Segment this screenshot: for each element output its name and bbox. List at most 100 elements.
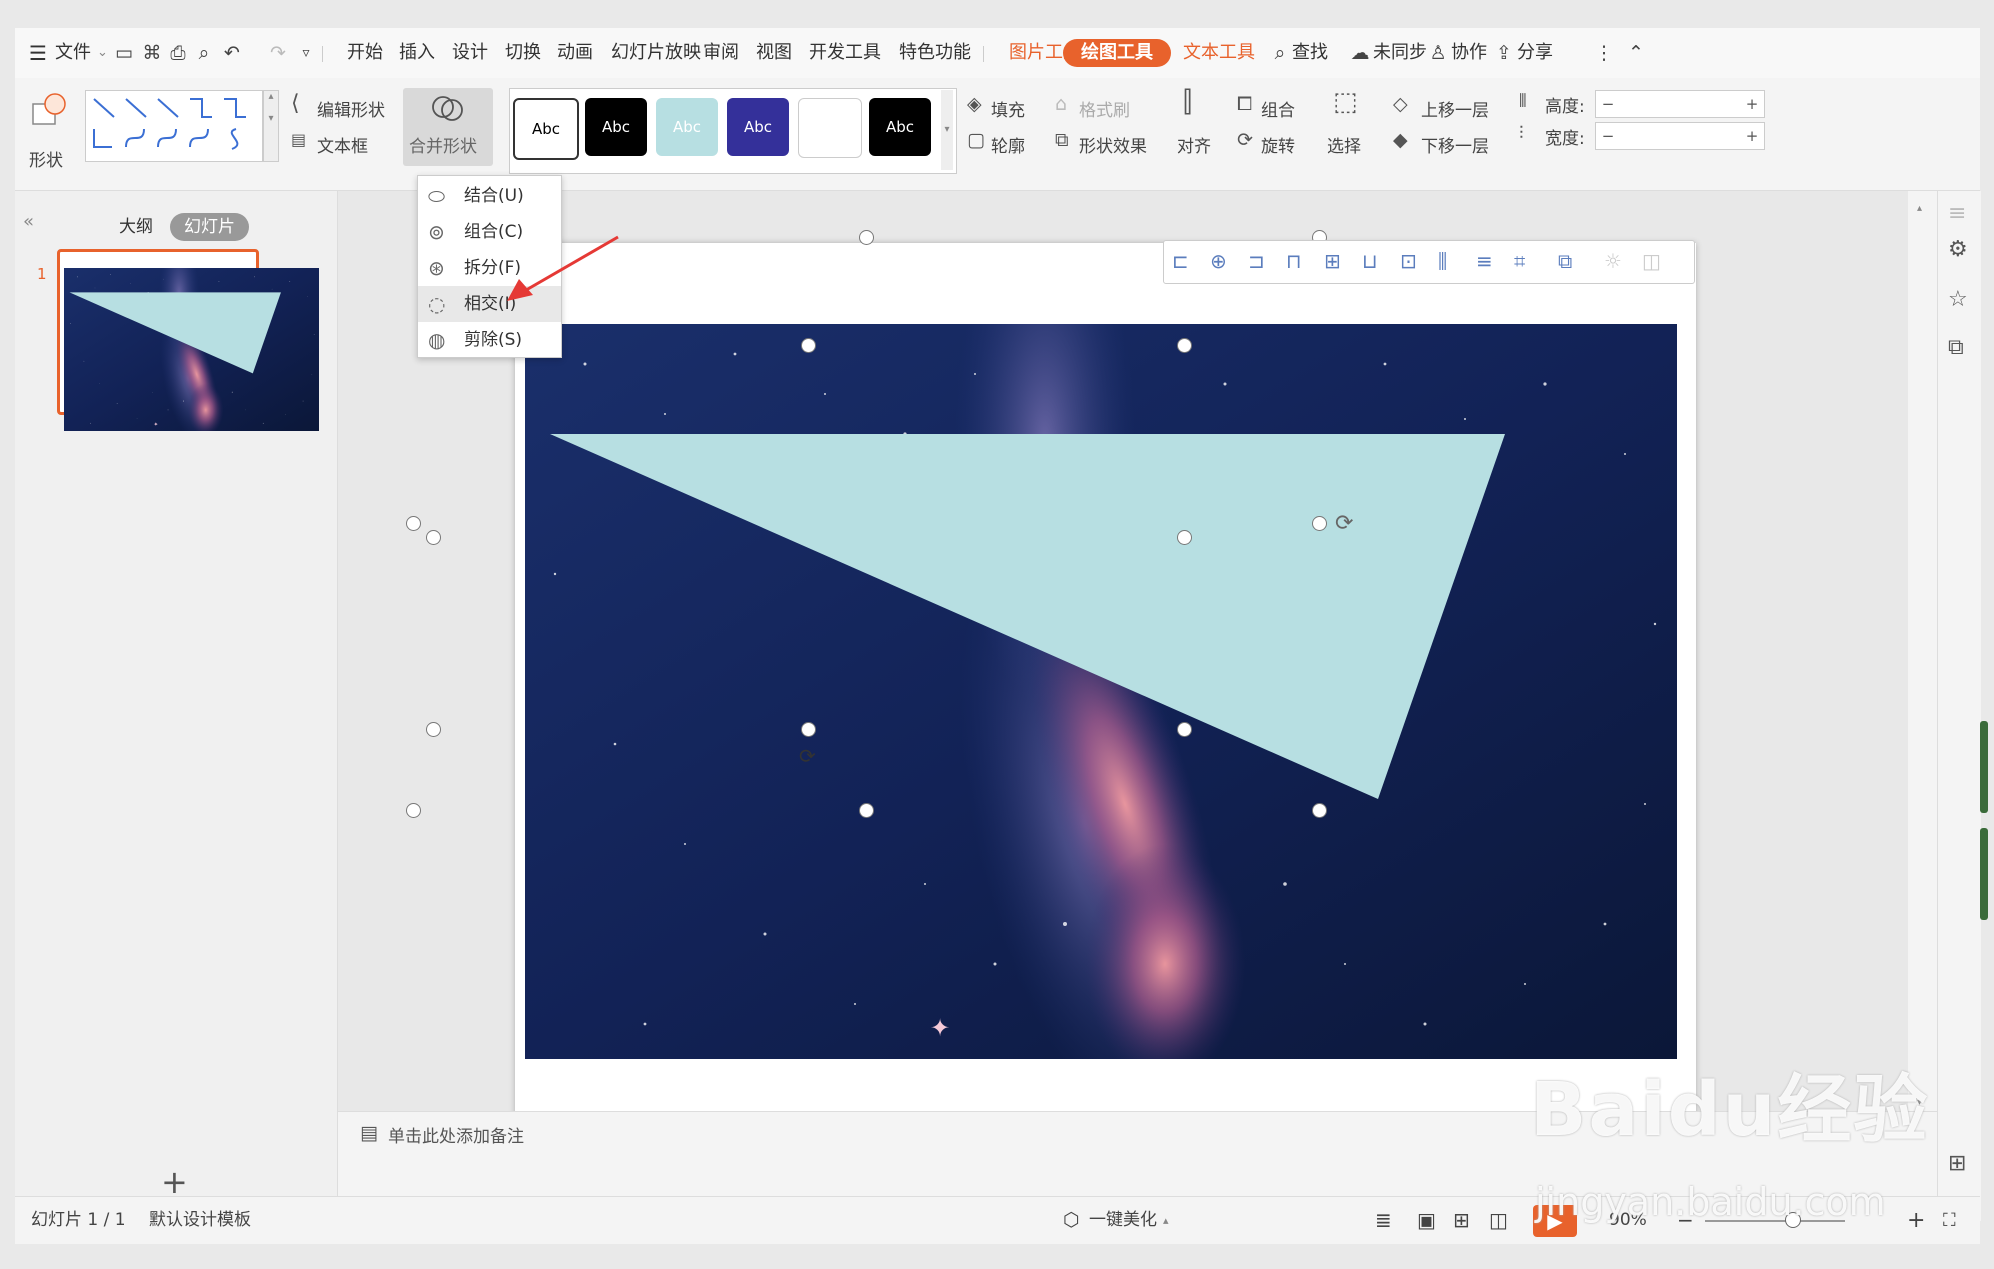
- chevron-down-icon[interactable]: ⌄: [97, 28, 108, 78]
- resize-handle[interactable]: [1312, 803, 1327, 818]
- star-icon[interactable]: ☆: [1948, 287, 1968, 312]
- resize-handle[interactable]: [426, 530, 441, 545]
- select-icon[interactable]: ⬚: [1333, 89, 1358, 115]
- tab-home[interactable]: 开始: [347, 28, 383, 78]
- group-button[interactable]: 组合: [1261, 96, 1295, 121]
- resize-handle[interactable]: [859, 230, 874, 245]
- fill-icon[interactable]: ◈: [967, 92, 982, 116]
- caret-up-icon[interactable]: ▴: [1163, 1197, 1169, 1244]
- align-top-icon[interactable]: ⊓: [1286, 249, 1302, 273]
- cloud-icon[interactable]: ☁: [1349, 42, 1371, 64]
- resize-handle[interactable]: [801, 722, 816, 737]
- tab-insert[interactable]: 插入: [399, 28, 435, 78]
- more-icon[interactable]: ⋮: [1593, 42, 1615, 64]
- rotate-icon[interactable]: ⟳: [1237, 128, 1253, 152]
- customize-icon[interactable]: ▿: [295, 42, 317, 64]
- bring-forward-icon[interactable]: ◇: [1393, 92, 1408, 116]
- select-button[interactable]: 选择: [1327, 132, 1361, 157]
- distribute-horizontal-icon[interactable]: ⫼: [1438, 249, 1447, 273]
- tab-drawing-tools[interactable]: 绘图工具: [1063, 39, 1171, 67]
- search-label[interactable]: 查找: [1292, 28, 1328, 78]
- tab-design[interactable]: 设计: [452, 28, 488, 78]
- style-sample-white[interactable]: [798, 98, 862, 158]
- save-icon[interactable]: ▭: [113, 42, 135, 64]
- style-sample-black[interactable]: Abc: [585, 98, 647, 156]
- tab-text-tools[interactable]: 文本工具: [1183, 39, 1255, 67]
- collapse-panel-icon[interactable]: «: [23, 211, 34, 232]
- distribute-center-icon[interactable]: ⊡: [1400, 249, 1417, 273]
- resize-handle[interactable]: [1177, 722, 1192, 737]
- normal-view-icon[interactable]: ▣: [1417, 1197, 1436, 1244]
- zoom-in-icon[interactable]: +: [1907, 1197, 1925, 1244]
- reading-view-icon[interactable]: ◫: [1489, 1197, 1508, 1244]
- merge-shapes-button[interactable]: 合并形状: [403, 88, 493, 166]
- layers-icon[interactable]: ⧉: [1948, 335, 1964, 360]
- beautify-icon[interactable]: ⬡: [1063, 1197, 1080, 1244]
- align-bottom-icon[interactable]: ⊔: [1362, 249, 1378, 273]
- hamburger-menu-icon[interactable]: ☰: [29, 28, 47, 78]
- shape-effect-icon[interactable]: ⧉: [1055, 128, 1069, 152]
- tab-outline[interactable]: 大纲: [105, 213, 167, 241]
- resize-handle[interactable]: [1177, 530, 1192, 545]
- bring-forward-button[interactable]: 上移一层: [1421, 96, 1489, 121]
- share-icon[interactable]: ⇪: [1493, 42, 1515, 64]
- notes-toggle-icon[interactable]: ≣: [1375, 1197, 1392, 1244]
- file-menu[interactable]: 文件: [55, 28, 91, 78]
- align-middle-icon[interactable]: ⊞: [1324, 249, 1341, 273]
- send-backward-icon[interactable]: ◆: [1393, 128, 1408, 152]
- fill-button[interactable]: 填充: [991, 96, 1025, 121]
- beautify-button[interactable]: 一键美化: [1089, 1197, 1157, 1244]
- redo-icon[interactable]: ↷: [267, 42, 289, 64]
- height-input[interactable]: − +: [1595, 90, 1765, 118]
- distribute-vertical-icon[interactable]: ≡: [1476, 249, 1493, 273]
- rotate-handle-icon[interactable]: ⟳: [799, 744, 816, 768]
- outline-button[interactable]: 轮廓: [991, 132, 1025, 157]
- group-objects-icon[interactable]: ⧉: [1558, 249, 1572, 273]
- tab-review[interactable]: 审阅: [703, 28, 739, 78]
- align-center-icon[interactable]: ⊕: [1210, 249, 1227, 273]
- format-painter-button[interactable]: 格式刷: [1079, 96, 1130, 121]
- tab-transition[interactable]: 切换: [505, 28, 541, 78]
- tab-view[interactable]: 视图: [756, 28, 792, 78]
- textbox-button[interactable]: 文本框: [317, 132, 368, 157]
- align-icon[interactable]: ⫿: [1183, 88, 1192, 116]
- style-sample-black-2[interactable]: Abc: [869, 98, 931, 156]
- lightbulb-icon[interactable]: ☼: [1604, 249, 1622, 273]
- format-icon[interactable]: ⌘: [141, 42, 163, 64]
- search-icon[interactable]: ⌕: [1269, 42, 1291, 64]
- crop-icon[interactable]: ⌗: [1514, 249, 1525, 273]
- rotate-button[interactable]: 旋转: [1261, 132, 1295, 157]
- align-left-icon[interactable]: ⊏: [1172, 249, 1189, 273]
- shape-button-label[interactable]: 形状: [29, 146, 63, 171]
- send-backward-button[interactable]: 下移一层: [1421, 132, 1489, 157]
- tab-animation[interactable]: 动画: [557, 28, 593, 78]
- width-input[interactable]: − +: [1595, 122, 1765, 150]
- print-preview-icon[interactable]: ⌕: [193, 42, 215, 64]
- split-icon[interactable]: ◫: [1642, 249, 1661, 273]
- outline-icon[interactable]: ▢: [967, 128, 985, 152]
- gallery-scroll[interactable]: ▴ ▾: [263, 90, 279, 162]
- tab-developer[interactable]: 开发工具: [809, 28, 881, 78]
- collapse-ribbon-icon[interactable]: ⌃: [1625, 42, 1647, 64]
- resize-handle[interactable]: [406, 516, 421, 531]
- style-sample-outline[interactable]: Abc: [513, 98, 579, 160]
- format-painter-icon[interactable]: ⌂: [1055, 92, 1067, 116]
- space-background-image[interactable]: ✦: [525, 324, 1677, 1059]
- edit-shape-icon[interactable]: ⟨: [291, 92, 300, 116]
- slide-thumbnail[interactable]: [57, 249, 319, 431]
- fit-window-icon[interactable]: ⛶: [1943, 1197, 1956, 1244]
- edit-shape-button[interactable]: 编辑形状: [317, 96, 385, 121]
- align-button[interactable]: 对齐: [1177, 132, 1211, 157]
- vertical-scrollbar[interactable]: ▴ ▾: [1908, 191, 1937, 1111]
- tab-slideshow[interactable]: 幻灯片放映: [611, 28, 701, 78]
- style-sample-light-blue[interactable]: Abc: [656, 98, 718, 156]
- resize-handle[interactable]: [426, 722, 441, 737]
- group-icon[interactable]: ⧠: [1237, 92, 1252, 116]
- merge-union-item[interactable]: ⬭ 结合(U): [418, 178, 561, 214]
- sidebar-handle-icon[interactable]: ≡: [1948, 201, 1966, 226]
- resize-handle[interactable]: [1312, 516, 1327, 531]
- print-icon[interactable]: ⎙: [167, 42, 189, 64]
- collab-button[interactable]: 协作: [1451, 28, 1487, 78]
- undo-icon[interactable]: ↶: [221, 42, 243, 64]
- style-gallery-scroll[interactable]: ▾: [941, 90, 953, 170]
